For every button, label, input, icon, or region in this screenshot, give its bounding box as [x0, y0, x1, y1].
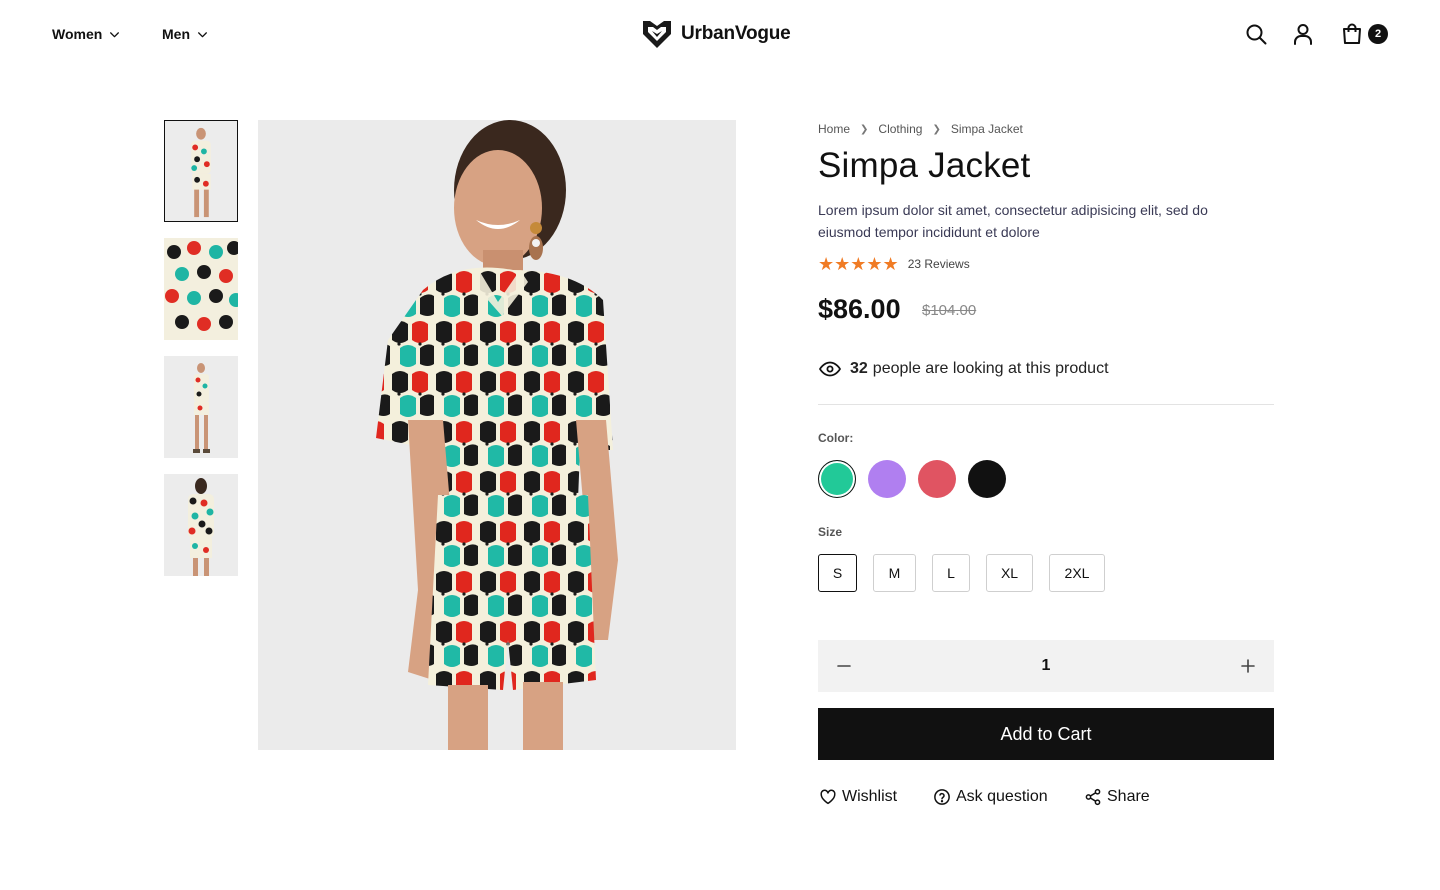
chevron-down-icon: [198, 31, 207, 37]
share-button[interactable]: Share: [1084, 788, 1150, 806]
quantity-increase-button[interactable]: [1236, 654, 1260, 678]
breadcrumb-home[interactable]: Home: [818, 122, 850, 136]
ask-question-label: Ask question: [956, 788, 1048, 805]
nav-women-label: Women: [52, 26, 103, 42]
wishlist-label: Wishlist: [842, 788, 898, 805]
size-option-l[interactable]: L: [932, 554, 970, 592]
cart-button[interactable]: [1340, 22, 1364, 46]
nav-men[interactable]: Men: [162, 26, 209, 42]
breadcrumb: Home ❯ Clothing ❯ Simpa Jacket: [818, 122, 1023, 136]
color-swatch-black[interactable]: [968, 460, 1006, 498]
product-thumbnail-image: [165, 121, 237, 221]
user-icon: [1294, 24, 1312, 45]
ask-question-button[interactable]: Ask question: [933, 788, 1048, 806]
color-swatch-purple[interactable]: [868, 460, 906, 498]
viewers-text: people are looking at this product: [872, 360, 1109, 377]
account-button[interactable]: [1291, 22, 1315, 46]
minus-icon: [837, 665, 851, 667]
chevron-down-icon: [110, 31, 120, 37]
product-title: Simpa Jacket: [818, 146, 1031, 185]
original-price: $104.00: [922, 302, 977, 319]
product-price: $86.00: [818, 294, 901, 324]
wishlist-button[interactable]: Wishlist: [819, 788, 897, 806]
brand-name: UrbanVogue: [681, 23, 791, 44]
product-thumbnail-image: [164, 474, 238, 576]
size-label: Size: [818, 525, 843, 539]
brand-logo[interactable]: UrbanVogue: [641, 18, 791, 50]
reviews-link[interactable]: 23 Reviews: [908, 257, 970, 271]
eye-icon: [818, 361, 842, 377]
star-rating-icons: ★★★★★: [818, 254, 899, 274]
add-to-cart-button[interactable]: Add to Cart: [818, 708, 1274, 760]
breadcrumb-current: Simpa Jacket: [950, 122, 1023, 136]
breadcrumb-clothing[interactable]: Clothing: [878, 122, 922, 136]
nav-men-label: Men: [162, 26, 190, 42]
cart-icon: [1343, 23, 1361, 44]
size-option-xl[interactable]: XL: [986, 554, 1033, 592]
thumbnail-1[interactable]: [164, 120, 238, 222]
share-label: Share: [1107, 788, 1150, 805]
cart-count-badge: 2: [1368, 24, 1388, 44]
product-thumbnail-image: [164, 356, 238, 458]
quantity-stepper: 1: [818, 640, 1274, 692]
product-rating: ★★★★★ 23 Reviews: [818, 255, 970, 273]
quantity-value[interactable]: 1: [818, 640, 1274, 692]
divider: [818, 404, 1274, 405]
quantity-decrease-button[interactable]: [832, 654, 856, 678]
chevron-right-icon: ❯: [860, 123, 869, 135]
color-label: Color:: [818, 431, 854, 445]
thumbnail-3[interactable]: [164, 356, 238, 458]
logo-icon: [643, 21, 671, 48]
size-option-s[interactable]: S: [818, 554, 857, 592]
product-main-image[interactable]: [258, 120, 736, 750]
viewers-count: 32: [850, 360, 868, 377]
product-description: Lorem ipsum dolor sit amet, consectetur …: [818, 202, 1208, 240]
color-swatch-red[interactable]: [918, 460, 956, 498]
share-icon: [1085, 788, 1101, 806]
thumbnail-4[interactable]: [164, 474, 238, 576]
search-icon: [1246, 24, 1267, 45]
plus-icon: [1241, 659, 1255, 673]
site-header: Women Men UrbanVogue 2: [0, 0, 1440, 68]
product-thumbnail-image: [164, 238, 238, 340]
help-circle-icon: [934, 789, 950, 805]
live-viewers: 32 people are looking at this product: [818, 357, 1109, 381]
color-swatch-green[interactable]: [818, 460, 856, 498]
heart-icon: [820, 789, 836, 805]
product-photo: [258, 120, 736, 750]
size-option-2xl[interactable]: 2XL: [1049, 554, 1105, 592]
thumbnail-2[interactable]: [164, 238, 238, 340]
search-button[interactable]: [1244, 22, 1268, 46]
size-option-m[interactable]: M: [873, 554, 916, 592]
nav-women[interactable]: Women: [52, 26, 121, 42]
chevron-right-icon: ❯: [932, 123, 941, 135]
